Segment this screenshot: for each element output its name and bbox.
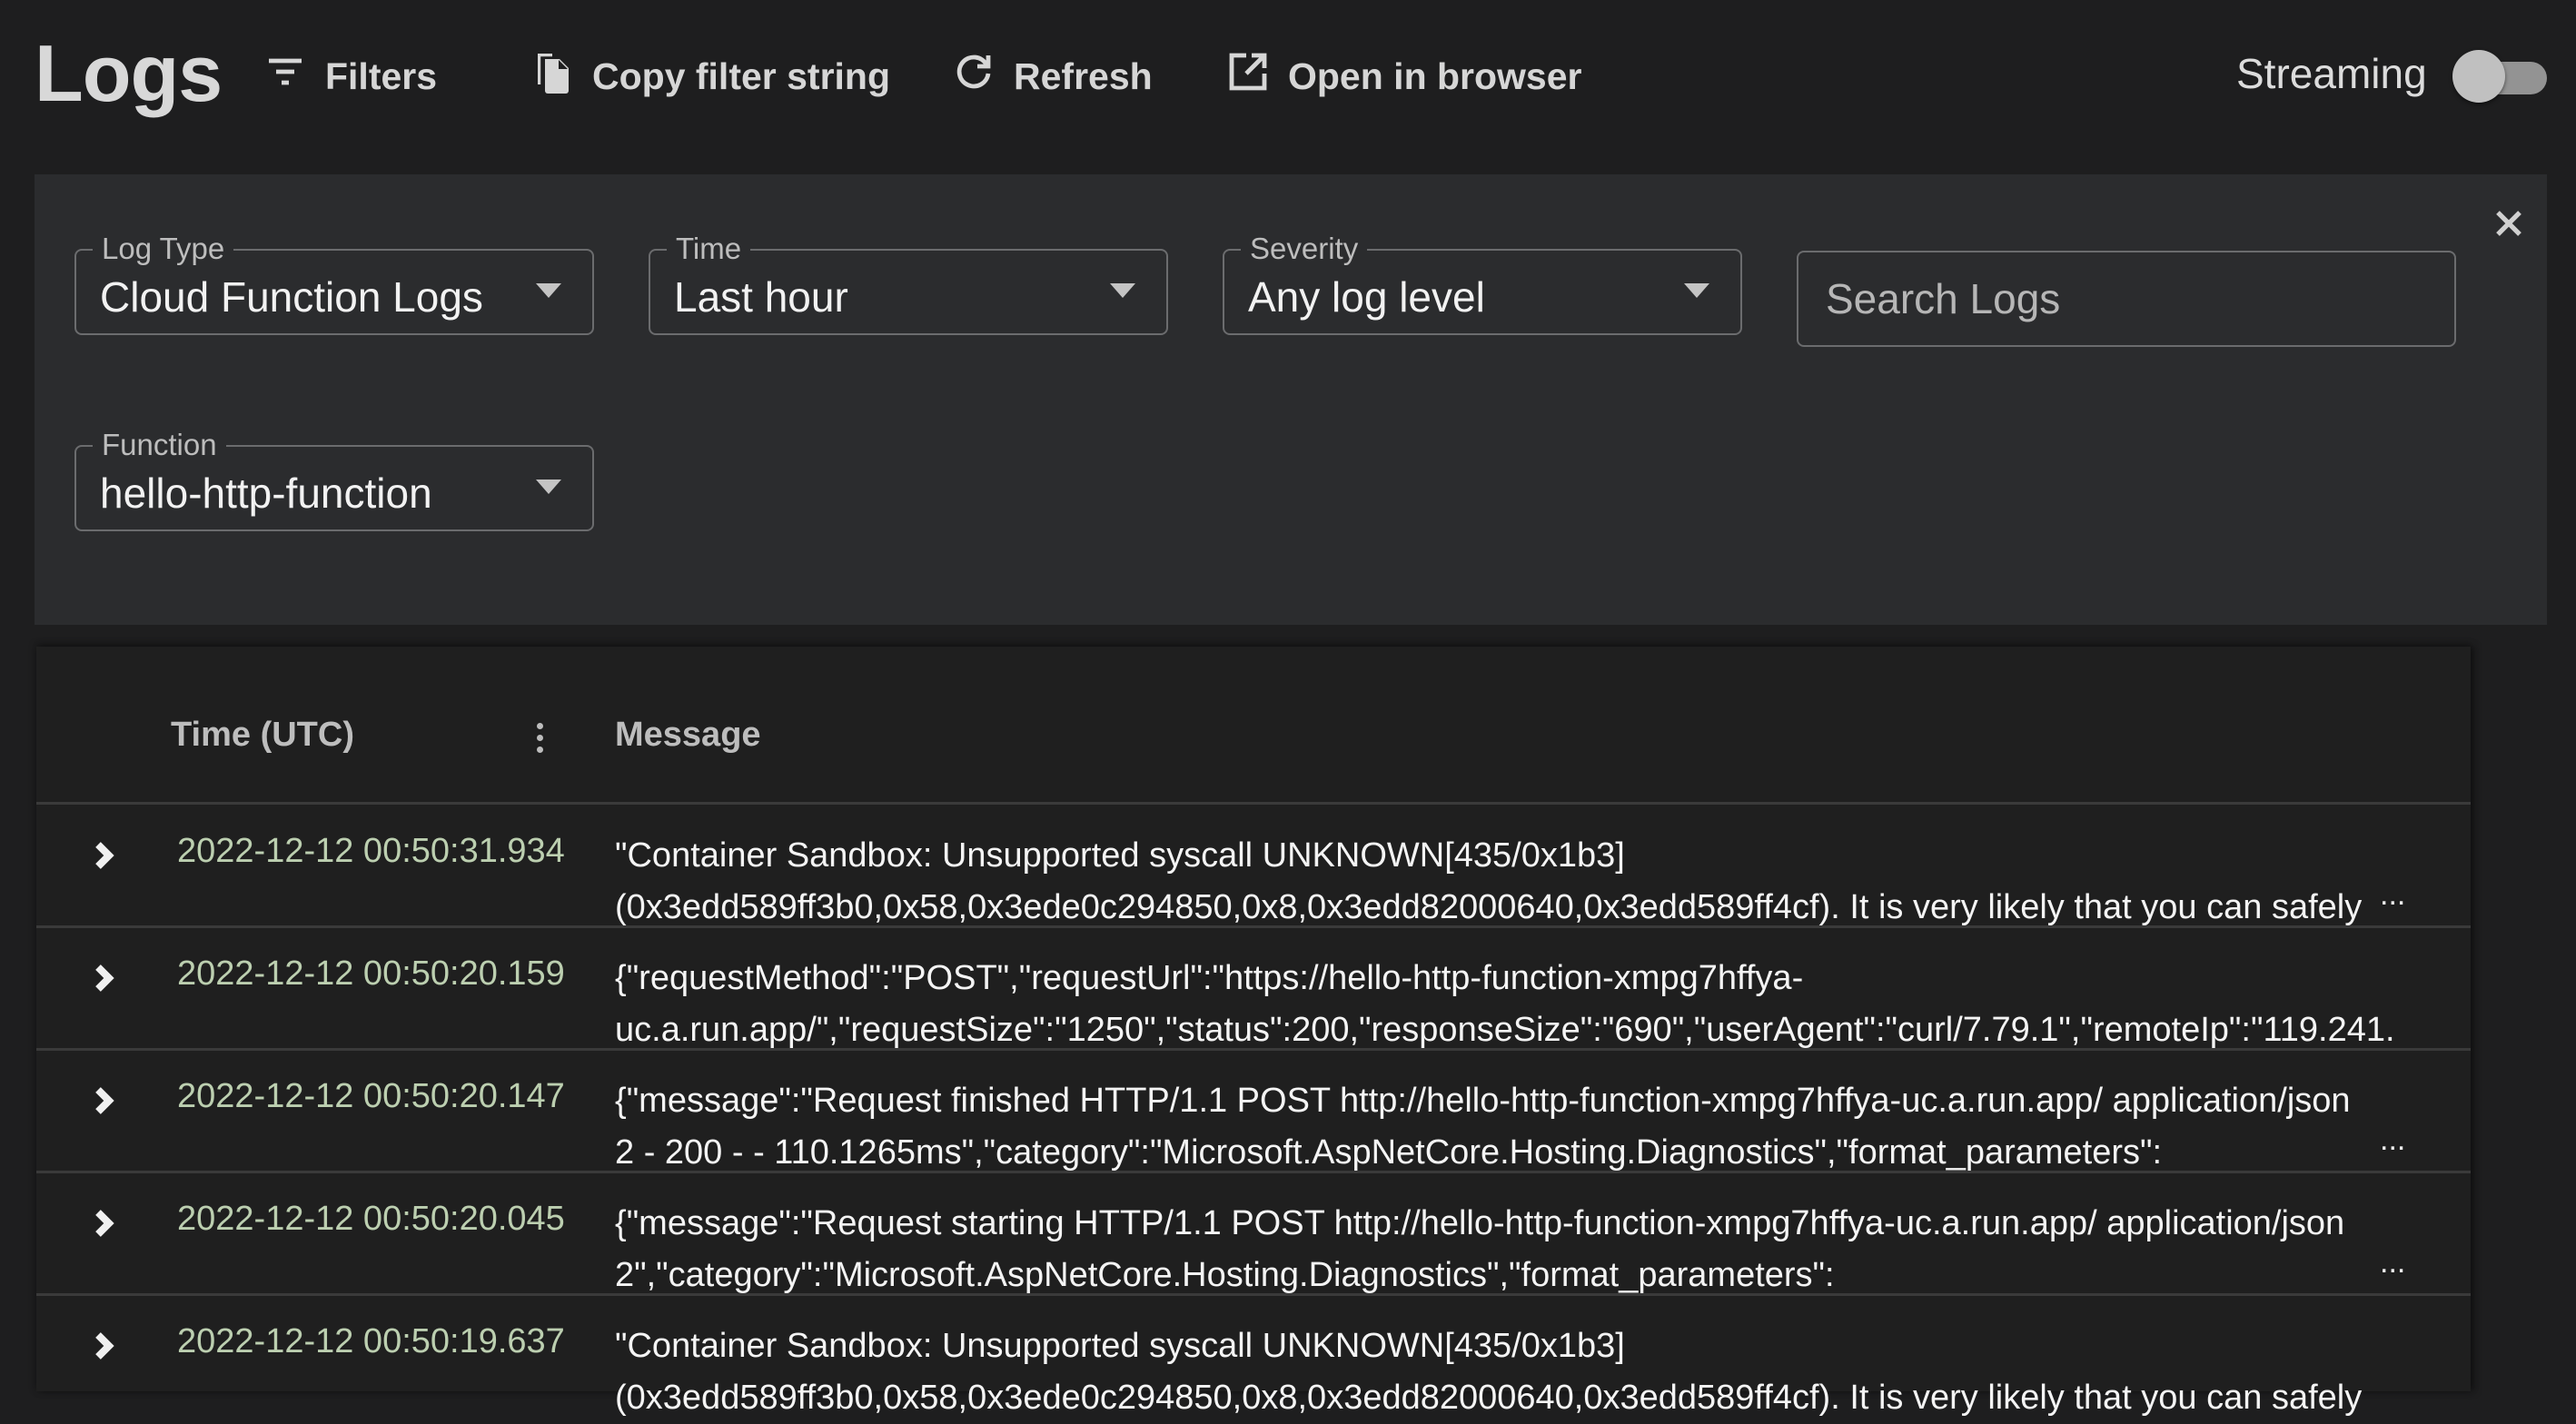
log-row[interactable]: 2022-12-12 00:50:20.045 {"message":"Reque… — [36, 1172, 2471, 1294]
function-select[interactable]: Function hello-http-function — [74, 427, 594, 531]
expand-message-ellipsis[interactable]: ... — [2380, 877, 2405, 913]
log-timestamp: 2022-12-12 00:50:20.045 — [177, 1200, 565, 1238]
log-message-line-1: "Container Sandbox: Unsupported syscall … — [615, 1327, 1625, 1365]
copy-filter-string-button[interactable]: Copy filter string — [530, 47, 890, 105]
severity-select[interactable]: Severity Any log level — [1223, 231, 1742, 335]
filter-icon — [263, 50, 307, 103]
log-type-label: Log Type — [93, 231, 234, 267]
column-header-message[interactable]: Message — [615, 716, 761, 755]
time-select[interactable]: Time Last hour — [649, 231, 1168, 335]
log-row[interactable]: 2022-12-12 00:50:31.934 "Container Sandbo… — [36, 805, 2471, 926]
open-in-new-icon — [1226, 50, 1270, 103]
log-message: {"message":"Request finished HTTP/1.1 PO… — [615, 1075, 2395, 1179]
copy-icon — [530, 50, 574, 103]
expand-chevron-icon[interactable] — [91, 1330, 116, 1362]
log-message: {"message":"Request starting HTTP/1.1 PO… — [615, 1198, 2395, 1301]
expand-chevron-icon[interactable] — [91, 839, 116, 872]
log-message-line-1: {"requestMethod":"POST","requestUrl":"ht… — [615, 959, 1804, 997]
column-menu-icon[interactable] — [532, 723, 547, 759]
severity-value: Any log level — [1248, 273, 1485, 321]
log-message-line-1: "Container Sandbox: Unsupported syscall … — [615, 836, 1625, 875]
severity-label: Severity — [1241, 231, 1368, 267]
log-row[interactable]: 2022-12-12 00:50:20.159 {"requestMethod":… — [36, 927, 2471, 1049]
close-icon — [2496, 211, 2522, 236]
time-value: Last hour — [674, 273, 848, 321]
log-type-value: Cloud Function Logs — [100, 273, 483, 321]
expand-message-ellipsis[interactable]: ... — [2380, 1122, 2405, 1158]
log-type-select[interactable]: Log Type Cloud Function Logs — [74, 231, 594, 335]
function-label: Function — [93, 427, 226, 463]
log-timestamp: 2022-12-12 00:50:20.159 — [177, 954, 565, 993]
streaming-label: Streaming — [2236, 50, 2427, 97]
open-in-browser-label: Open in browser — [1288, 54, 1582, 97]
expand-chevron-icon[interactable] — [91, 1084, 116, 1117]
expand-message-ellipsis[interactable]: ... — [2380, 1245, 2405, 1281]
log-message-line-1: {"message":"Request starting HTTP/1.1 PO… — [615, 1204, 2345, 1242]
expand-chevron-icon[interactable] — [91, 962, 116, 994]
toggle-thumb — [2452, 50, 2505, 103]
dropdown-arrow-icon — [1684, 283, 1709, 298]
refresh-button[interactable]: Refresh — [952, 47, 1153, 105]
close-filters-button[interactable] — [2492, 207, 2525, 240]
column-header-time[interactable]: Time (UTC) — [171, 716, 354, 755]
open-in-browser-button[interactable]: Open in browser — [1226, 47, 1582, 105]
log-timestamp: 2022-12-12 00:50:31.934 — [177, 832, 565, 870]
log-message: "Container Sandbox: Unsupported syscall … — [615, 1320, 2395, 1424]
log-row[interactable]: 2022-12-12 00:50:20.147 {"message":"Reque… — [36, 1050, 2471, 1172]
log-timestamp: 2022-12-12 00:50:19.637 — [177, 1322, 565, 1360]
expand-chevron-icon[interactable] — [91, 1207, 116, 1240]
log-message-line-2: (0x3edd589ff3b0,0x58,0x3ede0c294850,0x8,… — [615, 1379, 2363, 1417]
log-message-line-1: {"message":"Request finished HTTP/1.1 PO… — [615, 1082, 2351, 1120]
dropdown-arrow-icon — [536, 480, 561, 494]
search-logs-input[interactable] — [1797, 251, 2456, 347]
filters-label: Filters — [325, 54, 438, 97]
log-message: "Container Sandbox: Unsupported syscall … — [615, 830, 2395, 934]
time-label: Time — [667, 231, 751, 267]
dropdown-arrow-icon — [1110, 283, 1135, 298]
filters-button[interactable]: Filters — [263, 47, 437, 105]
refresh-label: Refresh — [1014, 54, 1153, 97]
dropdown-arrow-icon — [536, 283, 561, 298]
function-value: hello-http-function — [100, 470, 432, 517]
log-message: {"requestMethod":"POST","requestUrl":"ht… — [615, 953, 2395, 1056]
log-row[interactable]: 2022-12-12 00:50:19.637 "Container Sandbo… — [36, 1295, 2471, 1417]
streaming-toggle[interactable] — [2452, 50, 2547, 104]
refresh-icon — [952, 50, 996, 103]
page-title: Logs — [35, 28, 223, 118]
log-timestamp: 2022-12-12 00:50:20.147 — [177, 1077, 565, 1115]
copy-filter-string-label: Copy filter string — [592, 54, 891, 97]
